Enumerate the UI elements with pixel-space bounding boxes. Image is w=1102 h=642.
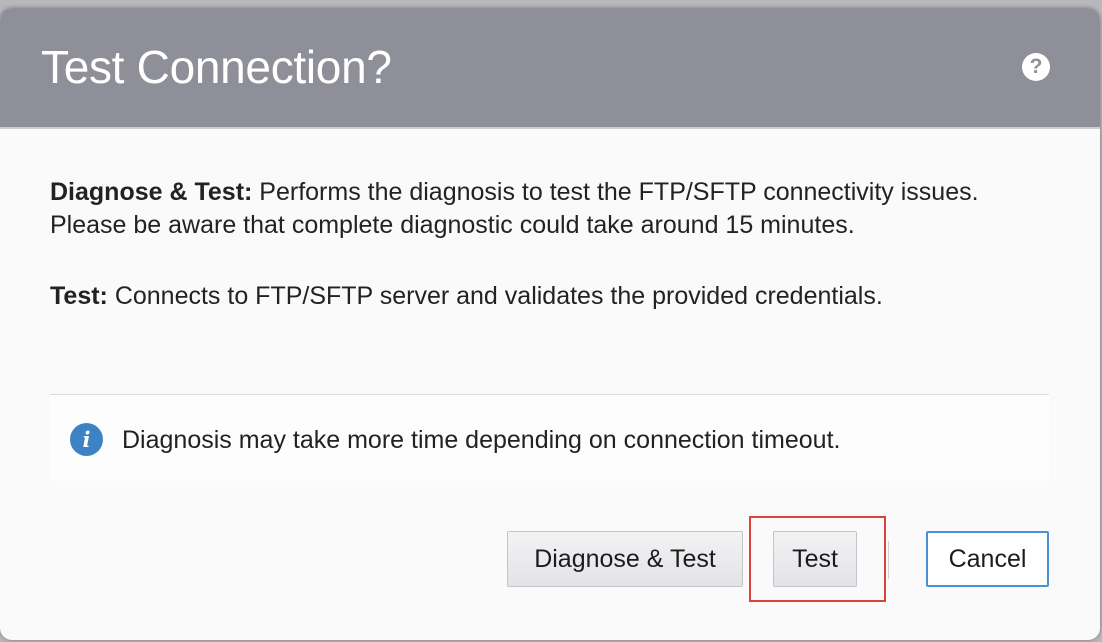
dialog-title: Test Connection?: [41, 41, 392, 93]
diagnose-test-description: Diagnose & Test: Performs the diagnosis …: [50, 176, 1050, 242]
question-icon[interactable]: ?: [1022, 53, 1050, 81]
diagnose-test-term: Diagnose & Test:: [50, 178, 253, 206]
info-icon: i: [70, 423, 103, 456]
button-separator: [888, 541, 889, 579]
dialog-header: Test Connection? ?: [0, 8, 1100, 129]
dialog-body: Diagnose & Test: Performs the diagnosis …: [50, 176, 1050, 313]
diagnose-test-button[interactable]: Diagnose & Test: [507, 531, 743, 587]
test-description: Test: Connects to FTP/SFTP server and va…: [50, 280, 1050, 313]
test-text: Connects to FTP/SFTP server and validate…: [107, 282, 883, 310]
test-button-highlight: [749, 516, 886, 602]
info-message: i Diagnosis may take more time depending…: [50, 395, 1049, 481]
cancel-button[interactable]: Cancel: [926, 531, 1049, 587]
test-connection-dialog: Test Connection? ? Diagnose & Test: Perf…: [0, 8, 1100, 640]
test-term: Test:: [50, 282, 108, 310]
info-text: Diagnosis may take more time depending o…: [122, 426, 841, 454]
